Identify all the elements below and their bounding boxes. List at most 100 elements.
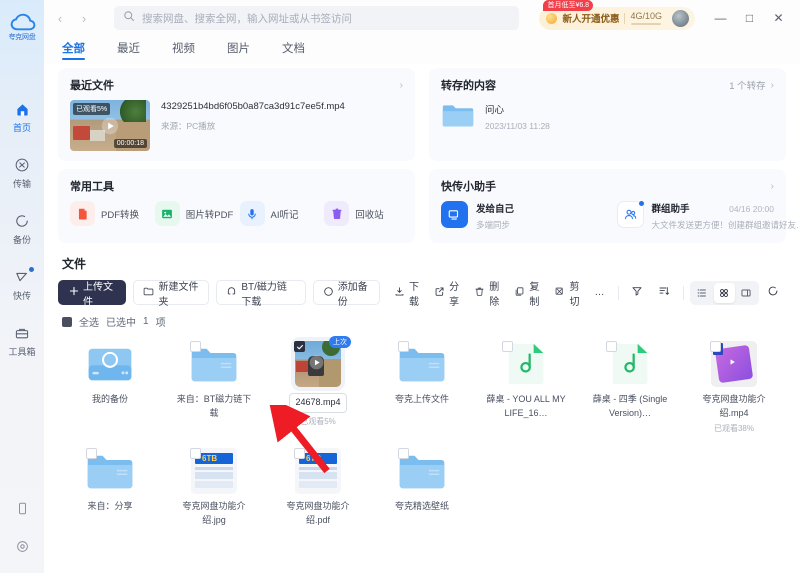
cut-button[interactable]: 剪切 <box>547 281 586 305</box>
file-item-intro-pdf[interactable]: 6TB 夸克网盘功能介绍.pdf <box>266 440 370 527</box>
close-button[interactable]: ✕ <box>765 5 792 32</box>
file-checkbox[interactable] <box>710 341 721 352</box>
minimize-button[interactable]: — <box>707 5 734 32</box>
upload-file-label: 上传文件 <box>83 278 115 308</box>
home-icon <box>13 100 31 118</box>
file-checkbox[interactable] <box>398 341 409 352</box>
file-name[interactable]: 24678.mp4 <box>289 393 346 413</box>
file-item-audio-2[interactable]: 薛桌 - 四季 (Single Version)… <box>578 333 682 434</box>
play-icon[interactable] <box>101 117 119 135</box>
last-played-tag: 上次 <box>329 336 351 348</box>
back-button[interactable]: ‹ <box>48 6 72 30</box>
file-item-share-folder[interactable]: 来自：分享 <box>58 440 162 527</box>
stored-content-more[interactable]: 1 个转存 › <box>729 78 774 92</box>
more-button[interactable]: … <box>588 281 612 305</box>
stored-content-header: 转存的内容 1 个转存 › <box>441 77 774 93</box>
folder-icon <box>185 339 243 389</box>
sidebar-bottom <box>13 499 31 573</box>
stored-item[interactable]: 问心 2023/11/03 11:28 <box>441 100 774 131</box>
file-item-bt-folder[interactable]: 来自：BT磁力链下载 <box>162 333 266 434</box>
file-checkbox[interactable] <box>502 341 513 352</box>
file-item-intro-mp4[interactable]: 夸克网盘功能介绍.mp4 已观看38% <box>682 333 786 434</box>
search-input[interactable]: 搜索网盘、搜索全网，输入网址或从书签访问 <box>142 11 352 26</box>
storage-quota[interactable]: 4G/10G <box>630 11 662 25</box>
sidebar-item-backup[interactable]: 备份 <box>0 212 44 246</box>
common-tools-card: 常用工具 PDF转换 图片转PDF <box>58 169 415 243</box>
new-folder-button[interactable]: 新建文件夹 <box>133 280 209 305</box>
share-button[interactable]: 分享 <box>427 281 466 305</box>
sidebar-item-transfer[interactable]: 传输 <box>0 156 44 190</box>
file-item-24678-mp4[interactable]: 上次 24678.mp4 已观看5% <box>266 333 370 434</box>
upload-file-button[interactable]: 上传文件 <box>58 280 126 305</box>
recent-file-item[interactable]: 已观看5% 00:00:18 4329251b4bd6f05b0a87ca3d9… <box>70 100 403 151</box>
chevron-right-icon: › <box>771 80 774 91</box>
detail-view-icon[interactable] <box>736 283 757 303</box>
tools-row: PDF转换 图片转PDF AI听记 <box>70 201 403 226</box>
download-button[interactable]: 下载 <box>387 281 426 305</box>
quicksend-helper-more[interactable]: › <box>771 181 774 192</box>
sort-button[interactable] <box>651 281 677 305</box>
filter-button[interactable] <box>624 281 650 305</box>
list-view-icon[interactable] <box>692 283 713 303</box>
file-checkbox[interactable] <box>86 448 97 459</box>
file-checkbox[interactable] <box>294 448 305 459</box>
settings-icon[interactable] <box>13 537 31 555</box>
tab-document[interactable]: 文档 <box>282 40 305 60</box>
cut-label: 剪切 <box>569 278 579 308</box>
avatar[interactable] <box>672 10 689 27</box>
recent-files-card: 最近文件 › 已观看5% 00:00:18 <box>58 68 415 161</box>
file-checkbox[interactable] <box>294 341 305 352</box>
maximize-button[interactable]: □ <box>736 5 763 32</box>
quicksend-helper-header: 快传小助手 › <box>441 178 774 194</box>
top-cards-row-2: 常用工具 PDF转换 图片转PDF <box>58 169 786 243</box>
tab-video[interactable]: 视频 <box>172 40 195 60</box>
tool-recycle-bin[interactable]: 回收站 <box>324 201 403 226</box>
file-checkbox[interactable] <box>398 448 409 459</box>
helper-group[interactable]: 群组助手 04/16 20:00 大文件发送更方便！创建群组邀请好友… <box>617 201 775 233</box>
duration-badge: 00:00:18 <box>114 139 147 148</box>
transfer-icon <box>13 156 31 174</box>
file-item-my-backup[interactable]: 我的备份 <box>58 333 162 434</box>
sidebar-item-home[interactable]: 首页 <box>0 100 44 134</box>
tool-pdf-convert[interactable]: PDF转换 <box>70 201 149 226</box>
file-item-wallpaper-folder[interactable]: 夸克精选壁纸 <box>370 440 474 527</box>
file-name: 我的备份 <box>92 393 128 407</box>
video-thumbnail[interactable]: 已观看5% 00:00:18 <box>70 100 150 151</box>
grid-view-icon[interactable] <box>714 283 735 303</box>
sort-icon <box>658 285 670 300</box>
magnet-icon <box>226 286 237 300</box>
pdf-thumbnail: 6TB <box>289 446 347 496</box>
sidebar-item-toolbox[interactable]: 工具箱 <box>0 324 44 358</box>
copy-button[interactable]: 复制 <box>507 281 546 305</box>
phone-icon[interactable] <box>13 499 31 517</box>
delete-button[interactable]: 删除 <box>467 281 506 305</box>
select-all-checkbox[interactable] <box>62 317 72 327</box>
file-checkbox[interactable] <box>190 448 201 459</box>
sidebar-item-quicksend[interactable]: 快传 <box>0 268 44 302</box>
select-all-label[interactable]: 全选 <box>79 314 99 329</box>
file-checkbox[interactable] <box>606 341 617 352</box>
tool-ai-record[interactable]: AI听记 <box>240 201 319 226</box>
forward-button[interactable]: › <box>72 6 96 30</box>
content-area: 最近文件 › 已观看5% 00:00:18 <box>44 64 800 573</box>
promo-button[interactable]: 首月低至¥6.8 新人开通优惠 4G/10G <box>539 7 695 30</box>
file-item-intro-jpg[interactable]: 6TB 夸克网盘功能介绍.jpg <box>162 440 266 527</box>
file-item-audio-1[interactable]: 薛桌 - YOU ALL MY LIFE_16… <box>474 333 578 434</box>
file-checkbox[interactable] <box>190 341 201 352</box>
files-section-title: 文件 <box>62 255 786 272</box>
search-bar[interactable]: 搜索网盘、搜索全网，输入网址或从书签访问 <box>114 6 519 30</box>
refresh-button[interactable] <box>760 281 786 305</box>
tab-all[interactable]: 全部 <box>62 40 85 60</box>
tool-image-to-pdf[interactable]: 图片转PDF <box>155 201 234 226</box>
title-bar: ‹ › 搜索网盘、搜索全网，输入网址或从书签访问 首月低至¥6.8 新人开通优惠… <box>44 0 800 36</box>
file-item-upload-folder[interactable]: 夸克上传文件 <box>370 333 474 434</box>
recycle-bin-icon <box>324 201 349 226</box>
add-backup-button[interactable]: 添加备份 <box>313 280 380 305</box>
helper-title: 群组助手 <box>652 201 690 215</box>
recent-files-more[interactable]: › <box>400 80 403 91</box>
tab-recent[interactable]: 最近 <box>117 40 140 60</box>
bt-magnet-download-button[interactable]: BT/磁力链下载 <box>216 280 305 305</box>
selected-unit: 项 <box>156 314 166 329</box>
helper-send-to-self[interactable]: 发给自己 多端同步 <box>441 201 599 233</box>
tab-image[interactable]: 图片 <box>227 40 250 60</box>
